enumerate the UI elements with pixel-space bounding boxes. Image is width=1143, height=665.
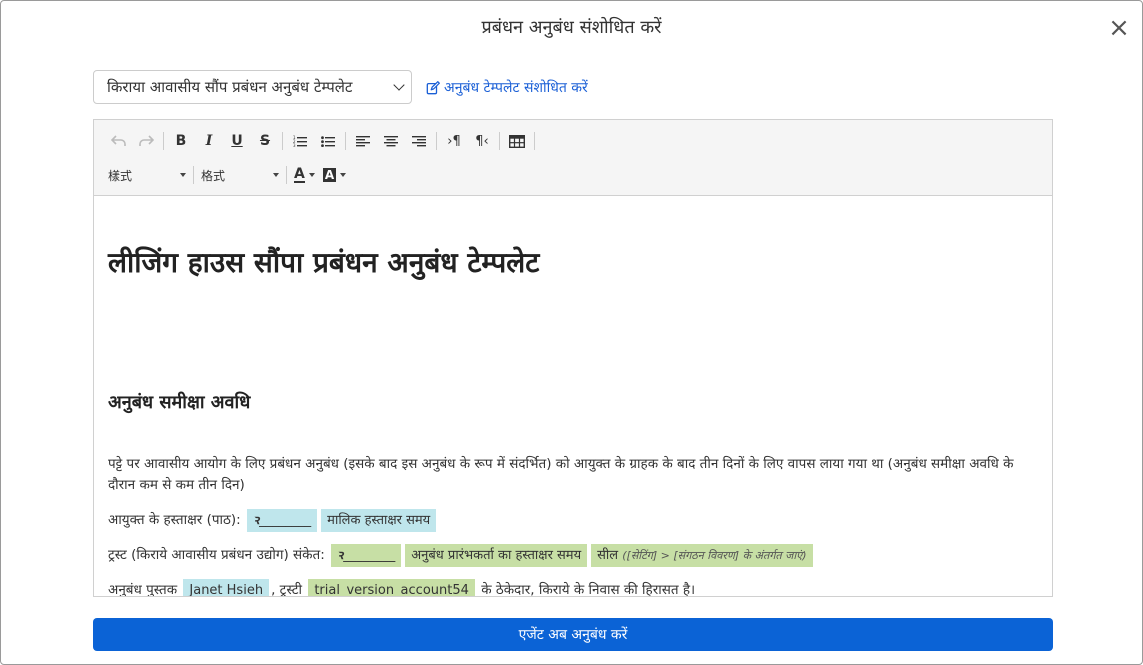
align-right-button[interactable] (405, 128, 433, 154)
signature-field[interactable]: ꝛ________ (247, 509, 318, 532)
document-heading: लीजिंग हाउस सौंपा प्रबंधन अनुबंध टेम्पले… (108, 246, 540, 279)
toolbar-separator (436, 132, 437, 150)
edit-template-link[interactable]: अनुबंध टेम्पलेट संशोधित करें (426, 78, 588, 97)
svg-text:3: 3 (293, 143, 296, 147)
redo-icon (138, 135, 154, 146)
bullet-list-button[interactable] (314, 128, 342, 154)
font-color-button[interactable]: A (290, 162, 319, 188)
caret-down-icon (308, 173, 315, 177)
toolbar-separator (286, 166, 287, 184)
template-select[interactable]: किराया आवासीय सौंप प्रबंधन अनुबंध टेम्पल… (93, 70, 412, 104)
toolbar-row-2: 樣式 格式 A A (104, 162, 350, 188)
toolbar-separator (499, 132, 500, 150)
toolbar-separator (534, 132, 535, 150)
rtl-icon: ¶‹ (475, 133, 489, 149)
line-contract-book: अनुबंध पुस्तक Janet Hsieh, ट्रस्टी trial… (108, 579, 1038, 597)
strikethrough-button[interactable]: S (251, 128, 279, 154)
edit-contract-modal: प्रबंधन अनुबंध संशोधित करें × किराया आवा… (0, 0, 1143, 665)
seal-note: ([सेटिंग] > [संगठन विवरण] के अंतर्गत जाए… (622, 549, 807, 562)
section-heading: अनुबंध समीक्षा अवधि (108, 392, 251, 413)
template-select-value: किराया आवासीय सौंप प्रबंधन अनुबंध टेम्पल… (107, 78, 353, 96)
toolbar-row-1: B I U S 123 ›¶ ¶‹ (104, 128, 538, 154)
background-color-icon: A (322, 168, 337, 182)
rtl-button[interactable]: ¶‹ (468, 128, 496, 154)
signature-blank: ________ (343, 548, 396, 563)
underline-icon: U (231, 133, 243, 149)
toolbar-separator (282, 132, 283, 150)
format-dropdown-label: 格式 (201, 168, 226, 183)
strikethrough-icon: S (259, 133, 271, 149)
seal-label: सील (597, 548, 619, 563)
background-color-button[interactable]: A (319, 162, 350, 188)
caret-down-icon (273, 173, 279, 177)
bold-icon: B (175, 133, 187, 149)
seal-chip[interactable]: सील ([सेटिंग] > [संगठन विवरण] के अंतर्गत… (591, 544, 813, 567)
align-center-button[interactable] (377, 128, 405, 154)
contract-book-suffix: के ठेकेदार, किराये के निवास की हिरासत है… (481, 582, 696, 597)
align-right-icon (412, 136, 426, 147)
edit-template-link-label: अनुबंध टेम्पलेट संशोधित करें (444, 80, 588, 96)
account-chip[interactable]: trial_version_account54 (308, 579, 475, 596)
redo-button[interactable] (132, 128, 160, 154)
close-icon[interactable]: × (1108, 15, 1130, 41)
bold-button[interactable]: B (167, 128, 195, 154)
style-dropdown-label: 樣式 (108, 168, 133, 183)
format-dropdown[interactable]: 格式 (197, 162, 283, 188)
ordered-list-icon: 123 (293, 135, 307, 147)
contract-book-prefix: अनुबंध पुस्तक (108, 582, 178, 597)
toolbar-separator (345, 132, 346, 150)
undo-icon (110, 135, 126, 146)
trustee-label: , ट्रस्टी (271, 582, 303, 597)
editor-content[interactable]: लीजिंग हाउस सौंपा प्रबंधन अनुबंध टेम्पले… (94, 197, 1052, 597)
underline-button[interactable]: U (223, 128, 251, 154)
trustee-name-chip[interactable]: Janet Hsieh (183, 579, 270, 596)
caret-down-icon (180, 173, 186, 177)
initiator-signature-time-chip[interactable]: अनुबंध प्रारंभकर्ता का हस्ताक्षर समय (405, 544, 588, 567)
align-left-icon (356, 136, 370, 147)
align-left-button[interactable] (349, 128, 377, 154)
undo-button[interactable] (104, 128, 132, 154)
caret-down-icon (340, 173, 347, 177)
trust-signature-label: ट्रस्ट (किराये आवासीय प्रबंधन उद्योग) सं… (108, 547, 325, 563)
table-icon (509, 134, 525, 148)
modal-title: प्रबंधन अनुबंध संशोधित करें (481, 17, 662, 38)
signature-field[interactable]: ꝛ________ (331, 544, 402, 567)
edit-icon (426, 80, 440, 94)
align-center-icon (384, 136, 398, 147)
italic-icon: I (205, 133, 213, 149)
line-trust-signature: ट्रस्ट (किराये आवासीय प्रबंधन उद्योग) सं… (108, 544, 1038, 567)
paragraph-review-period: पट्टे पर आवासीय आयोग के लिए प्रबंधन अनुब… (108, 456, 1014, 493)
owner-signature-time-chip[interactable]: मालिक हस्ताक्षर समय (321, 509, 437, 532)
submit-contract-button[interactable]: एजेंट अब अनुबंध करें (93, 618, 1053, 651)
font-color-icon: A (294, 166, 305, 183)
toolbar-separator (163, 132, 164, 150)
commissioner-signature-label: आयुक्त के हस्ताक्षर (पाठ): (108, 512, 241, 528)
toolbar-separator (193, 166, 194, 184)
bullet-list-icon (321, 136, 335, 147)
signature-blank: ________ (259, 513, 312, 528)
ltr-button[interactable]: ›¶ (440, 128, 468, 154)
editor-toolbar: B I U S 123 ›¶ ¶‹ 樣式 格式 A A (94, 120, 1052, 196)
rich-text-editor: B I U S 123 ›¶ ¶‹ 樣式 格式 A A लीजिंग हाउस … (93, 119, 1053, 597)
table-button[interactable] (503, 128, 531, 154)
style-dropdown[interactable]: 樣式 (104, 162, 190, 188)
ltr-icon: ›¶ (447, 133, 461, 149)
line-commissioner-signature: आयुक्त के हस्ताक्षर (पाठ): ꝛ________ मालि… (108, 509, 1038, 532)
ordered-list-button[interactable]: 123 (286, 128, 314, 154)
italic-button[interactable]: I (195, 128, 223, 154)
chevron-down-icon (393, 79, 405, 91)
